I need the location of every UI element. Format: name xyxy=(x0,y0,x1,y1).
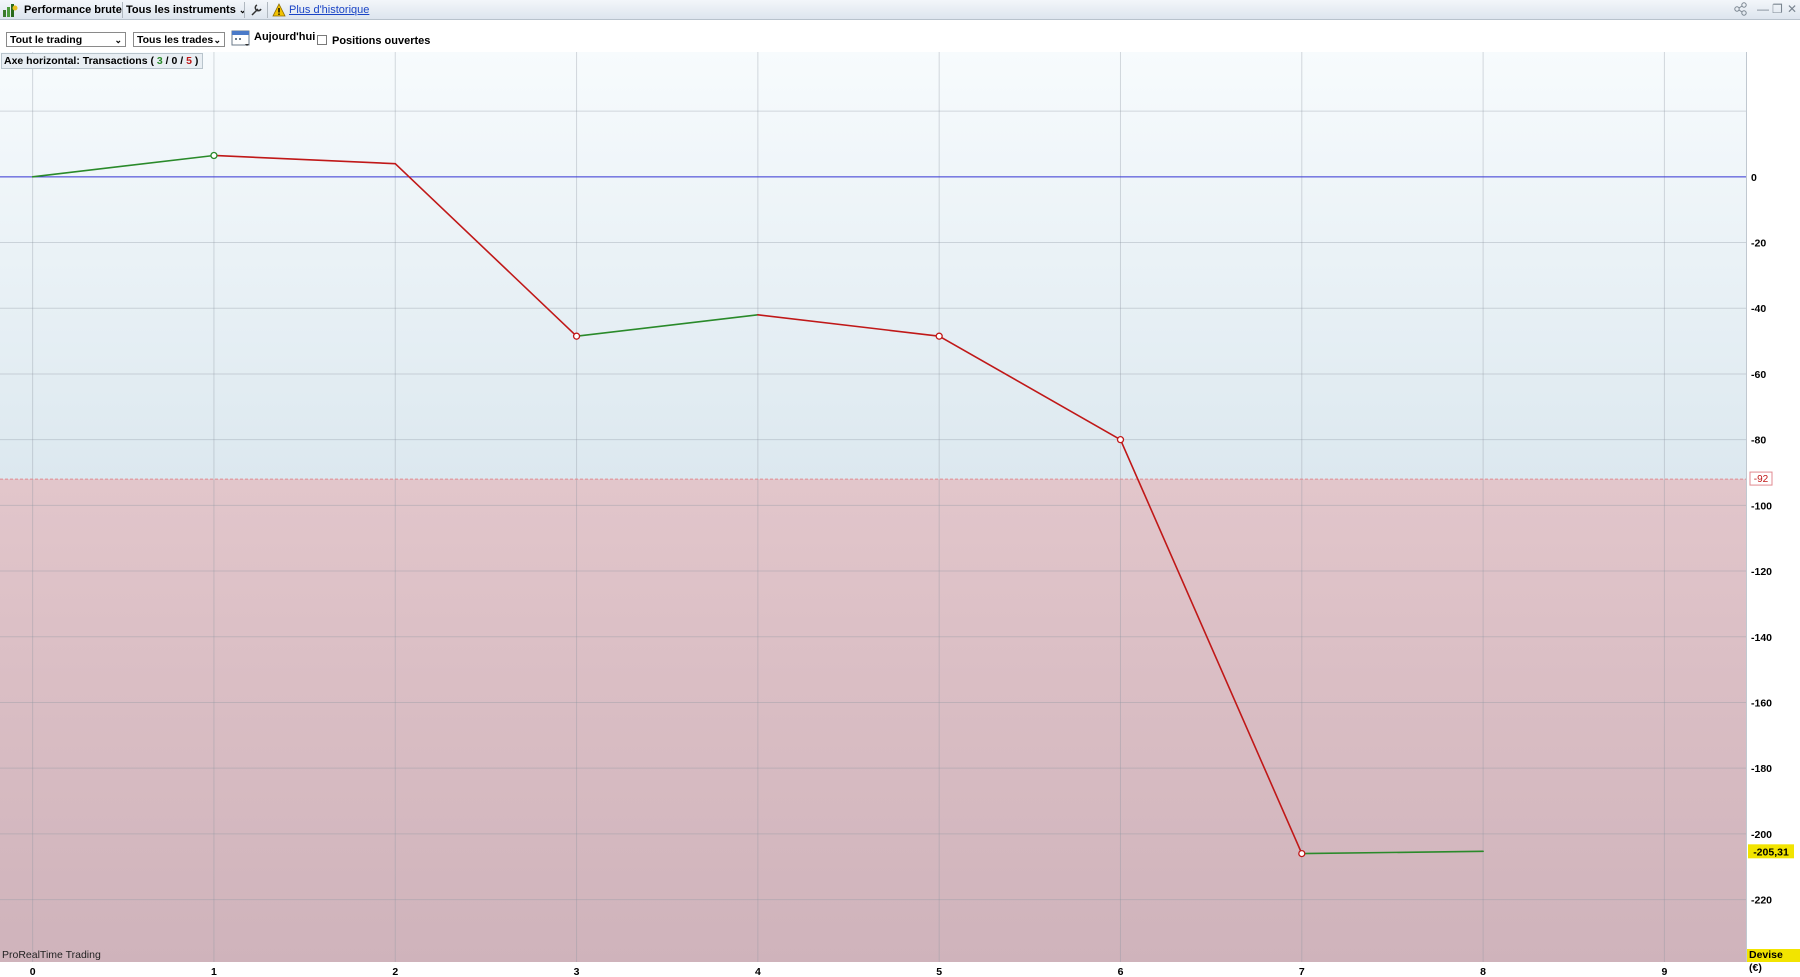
chevron-down-icon: ⌄ xyxy=(114,35,122,45)
equity-segment xyxy=(213,154,397,165)
separator: / xyxy=(177,55,187,67)
trade-marker xyxy=(572,332,581,340)
last-value-label: -205,31 xyxy=(1753,846,1789,858)
axis-description: Axe horizontal: Transactions ( 3 / 0 / 5… xyxy=(1,53,204,69)
x-tick-label: 8 xyxy=(1480,966,1486,977)
equity-segment xyxy=(31,154,215,178)
warning-icon xyxy=(272,0,286,20)
equity-chart: 0 1 2 3 4 5 6 7 8 9 0 -20 -40 -60 -80 -100 -120 -140 -160 -… xyxy=(0,52,1794,977)
axis-description-prefix: Axe horizontal: Transactions ( xyxy=(4,55,157,67)
equity-segment xyxy=(757,314,940,337)
x-tick-label: 2 xyxy=(392,966,398,977)
y-tick-label: -40 xyxy=(1751,303,1766,315)
y-tick-label: -120 xyxy=(1751,566,1772,578)
equity-segment xyxy=(1119,438,1303,855)
x-tick-label: 3 xyxy=(574,966,580,977)
trading-scope-select[interactable]: Tout le trading ⌄ xyxy=(6,32,126,47)
max-drawdown-label: -92 xyxy=(1754,474,1769,485)
more-history-link[interactable]: Plus d'historique xyxy=(289,0,369,20)
background-below-drawdown xyxy=(0,479,1746,962)
minimize-icon[interactable]: — xyxy=(1757,2,1769,16)
x-tick-label: 6 xyxy=(1118,966,1124,977)
calendar-icon[interactable] xyxy=(231,29,251,51)
y-tick-label: 0 xyxy=(1751,172,1757,184)
max-drawdown-badge xyxy=(1749,471,1773,486)
axis-description-suffix: ) xyxy=(191,55,199,67)
chevron-down-icon: ⌄ xyxy=(213,35,221,45)
x-tick-label: 4 xyxy=(755,966,761,977)
share-icon[interactable] xyxy=(1733,2,1749,19)
y-tick-label: -140 xyxy=(1751,632,1772,644)
y-tick-label: -160 xyxy=(1751,697,1772,709)
y-tick-label: -60 xyxy=(1751,369,1766,381)
equity-segment xyxy=(394,162,578,337)
x-tick-label: 0 xyxy=(30,966,36,977)
equity-segment xyxy=(938,335,1122,441)
x-tick-label: 9 xyxy=(1661,966,1667,977)
watermark: ProRealTime Trading xyxy=(2,949,101,961)
y-tick-label: -220 xyxy=(1751,895,1772,907)
x-tick-label: 7 xyxy=(1299,966,1305,977)
trade-marker xyxy=(210,151,218,160)
date-label[interactable]: Aujourd'hui xyxy=(254,31,315,43)
trades-filter-select[interactable]: Tous les trades ⌄ xyxy=(133,32,225,47)
currency-label: Devise (€) xyxy=(1747,949,1800,974)
trade-marker xyxy=(1298,849,1306,858)
wrench-icon[interactable] xyxy=(249,0,263,20)
y-tick-label: -200 xyxy=(1751,829,1772,841)
y-tick-label: -100 xyxy=(1751,500,1772,512)
title-bar: Performance brute Tous les instruments ⌄… xyxy=(0,0,1800,20)
performance-chart-icon xyxy=(2,0,18,20)
y-tick-label: -80 xyxy=(1751,435,1766,447)
trade-marker xyxy=(1116,436,1125,444)
chevron-down-icon: ⌄ xyxy=(238,5,247,15)
y-tick-label: -20 xyxy=(1751,238,1766,250)
restore-icon[interactable]: ❐ xyxy=(1772,2,1783,16)
instruments-dropdown[interactable]: Tous les instruments ⌄ xyxy=(126,0,246,20)
open-positions-checkbox[interactable] xyxy=(317,35,327,45)
equity-segment xyxy=(575,314,759,337)
trades-filter-value: Tous les trades xyxy=(137,34,214,46)
instruments-label: Tous les instruments xyxy=(126,4,236,16)
open-positions-label[interactable]: Positions ouvertes xyxy=(332,35,430,47)
close-icon[interactable]: ✕ xyxy=(1787,2,1797,16)
x-tick-label: 1 xyxy=(211,966,217,977)
trade-marker xyxy=(935,332,943,340)
right-axis-border xyxy=(1746,52,1747,962)
trading-scope-value: Tout le trading xyxy=(10,34,83,46)
background-above-drawdown xyxy=(0,52,1746,480)
y-tick-label: -180 xyxy=(1751,763,1772,775)
equity-segment xyxy=(1300,850,1484,855)
x-tick-label: 5 xyxy=(936,966,942,977)
view-label[interactable]: Performance brute xyxy=(24,0,122,20)
last-value-badge xyxy=(1748,844,1794,859)
